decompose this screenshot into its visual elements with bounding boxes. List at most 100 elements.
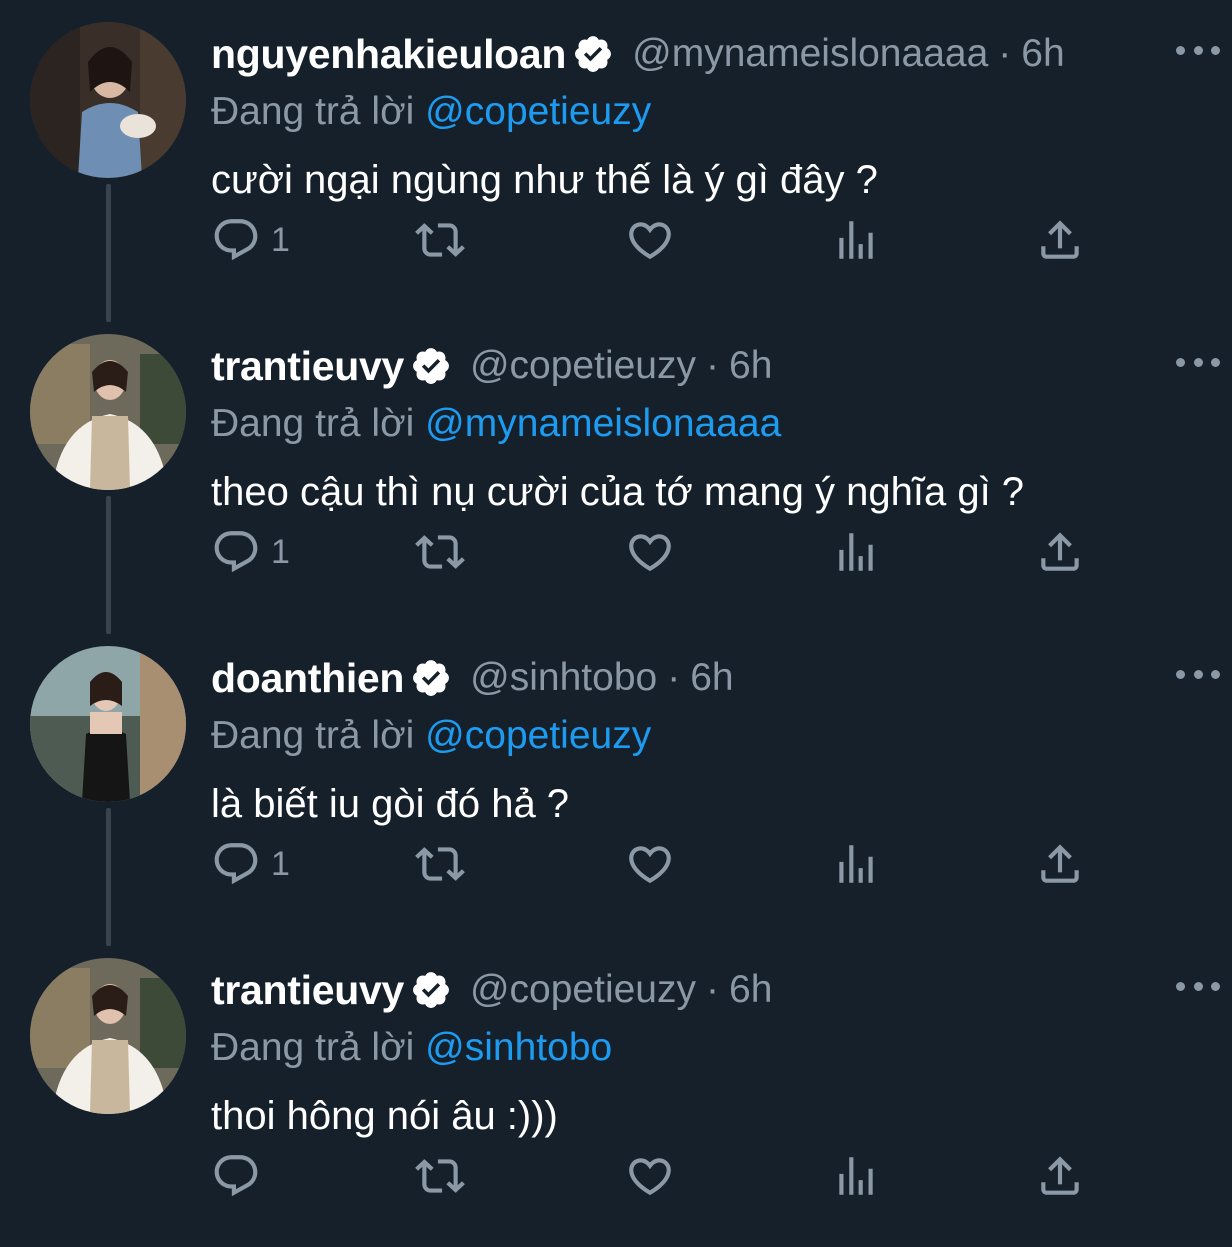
retweet-button[interactable] — [415, 1148, 465, 1204]
avatar[interactable] — [30, 22, 186, 178]
views-icon — [839, 845, 873, 883]
share-icon — [1041, 1156, 1079, 1195]
separator-dot: · — [998, 32, 1012, 75]
user-handle[interactable]: @copetieuzy — [470, 344, 696, 388]
retweet-icon — [415, 847, 465, 881]
tweet-text: cười ngại ngùng như thế là ý gì đây ? — [211, 158, 878, 202]
profile-photo-icon — [30, 22, 186, 178]
share-icon — [1041, 532, 1079, 571]
share-button[interactable] — [1035, 836, 1085, 892]
reply-icon — [214, 219, 258, 261]
display-name[interactable]: nguyenhakieuloan — [211, 31, 566, 78]
avatar-column — [30, 958, 186, 1247]
views-icon — [839, 533, 873, 571]
verified-badge-icon — [413, 660, 450, 696]
views-icon — [839, 221, 873, 259]
more-options-icon[interactable] — [1176, 968, 1220, 1004]
avatar-column — [30, 22, 186, 322]
separator-dot: · — [706, 344, 719, 387]
share-button[interactable] — [1035, 524, 1085, 580]
retweet-button[interactable] — [415, 212, 465, 268]
timestamp[interactable]: 6h — [729, 344, 772, 388]
display-name[interactable]: doanthien — [211, 655, 404, 702]
reply-button[interactable] — [211, 1148, 271, 1204]
conversation-thread: nguyenhakieuloan @mynameislonaaaa · 6h Đ… — [0, 0, 1232, 1247]
more-options-icon[interactable] — [1176, 656, 1220, 692]
replying-to-label: Đang trả lời — [211, 1026, 415, 1069]
tweet-content: nguyenhakieuloan @mynameislonaaaa · 6h Đ… — [211, 22, 1220, 210]
timestamp[interactable]: 6h — [1021, 32, 1064, 76]
replying-to-label: Đang trả lời — [211, 402, 415, 445]
profile-photo-icon — [30, 646, 186, 802]
display-name[interactable]: trantieuvy — [211, 343, 404, 390]
timestamp[interactable]: 6h — [690, 656, 733, 700]
tweet-text: là biết iu gòi đó hả ? — [211, 782, 570, 826]
views-icon — [839, 1157, 873, 1195]
reply-icon — [214, 843, 258, 885]
replying-to: Đang trả lời @sinhtobo — [211, 1022, 1201, 1074]
avatar-column — [30, 334, 186, 634]
separator-dot: · — [667, 656, 681, 699]
reply-count: 1 — [271, 844, 290, 883]
share-button[interactable] — [1035, 1148, 1085, 1204]
verified-badge-icon — [575, 36, 612, 72]
views-button[interactable] — [831, 212, 881, 268]
display-name[interactable]: trantieuvy — [211, 967, 404, 1014]
share-icon — [1041, 220, 1079, 259]
separator-dot: · — [706, 968, 719, 1011]
replying-to-mention[interactable]: @sinhtobo — [425, 1026, 612, 1069]
tweet-content: doanthien @sinhtobo · 6h Đang trả lời @c… — [211, 646, 1220, 834]
avatar[interactable] — [30, 334, 186, 490]
user-handle[interactable]: @sinhtobo — [470, 656, 657, 700]
thread-connector-line — [106, 808, 111, 946]
tweet-actions — [211, 1148, 1091, 1204]
retweet-icon — [415, 223, 465, 257]
reply-button[interactable]: 1 — [211, 212, 290, 268]
heart-icon — [629, 846, 671, 884]
views-button[interactable] — [831, 1148, 881, 1204]
reply-button[interactable]: 1 — [211, 524, 290, 580]
thread-connector-line — [106, 184, 111, 322]
views-button[interactable] — [831, 524, 881, 580]
tweet-header: trantieuvy @copetieuzy · 6h — [211, 958, 1201, 1022]
replying-to-mention[interactable]: @copetieuzy — [425, 714, 651, 757]
replying-to-label: Đang trả lời — [211, 714, 415, 757]
more-options-icon[interactable] — [1176, 344, 1220, 380]
replying-to-mention[interactable]: @copetieuzy — [425, 90, 651, 133]
like-button[interactable] — [625, 524, 675, 580]
like-button[interactable] — [625, 212, 675, 268]
reply-icon — [214, 1155, 258, 1197]
tweet[interactable]: doanthien @sinhtobo · 6h Đang trả lời @c… — [0, 624, 1232, 946]
tweet-header: nguyenhakieuloan @mynameislonaaaa · 6h — [211, 22, 1201, 86]
retweet-icon — [415, 535, 465, 569]
views-button[interactable] — [831, 836, 881, 892]
tweet[interactable]: nguyenhakieuloan @mynameislonaaaa · 6h Đ… — [0, 0, 1232, 322]
profile-photo-icon — [30, 334, 186, 490]
heart-icon — [629, 1158, 671, 1196]
user-handle[interactable]: @copetieuzy — [470, 968, 696, 1012]
like-button[interactable] — [625, 836, 675, 892]
tweet[interactable]: trantieuvy @copetieuzy · 6h Đang trả lời… — [0, 936, 1232, 1247]
replying-to: Đang trả lời @copetieuzy — [211, 710, 1201, 762]
tweet[interactable]: trantieuvy @copetieuzy · 6h Đang trả lời… — [0, 312, 1232, 634]
tweet-content: trantieuvy @copetieuzy · 6h Đang trả lời… — [211, 334, 1220, 522]
retweet-button[interactable] — [415, 524, 465, 580]
reply-count: 1 — [271, 532, 290, 571]
more-options-icon[interactable] — [1176, 32, 1220, 68]
tweet-actions: 1 — [211, 212, 1091, 268]
thread-connector-line — [106, 496, 111, 634]
reply-button[interactable]: 1 — [211, 836, 290, 892]
avatar-column — [30, 646, 186, 946]
retweet-button[interactable] — [415, 836, 465, 892]
avatar[interactable] — [30, 646, 186, 802]
like-button[interactable] — [625, 1148, 675, 1204]
share-icon — [1041, 844, 1079, 883]
timestamp[interactable]: 6h — [729, 968, 772, 1012]
tweet-content: trantieuvy @copetieuzy · 6h Đang trả lời… — [211, 958, 1220, 1146]
replying-to-mention[interactable]: @mynameislonaaaa — [425, 402, 781, 445]
user-handle[interactable]: @mynameislonaaaa — [632, 32, 988, 76]
retweet-icon — [415, 1159, 465, 1193]
tweet-text: thoi hông nói âu :))) — [211, 1094, 558, 1138]
avatar[interactable] — [30, 958, 186, 1114]
share-button[interactable] — [1035, 212, 1085, 268]
